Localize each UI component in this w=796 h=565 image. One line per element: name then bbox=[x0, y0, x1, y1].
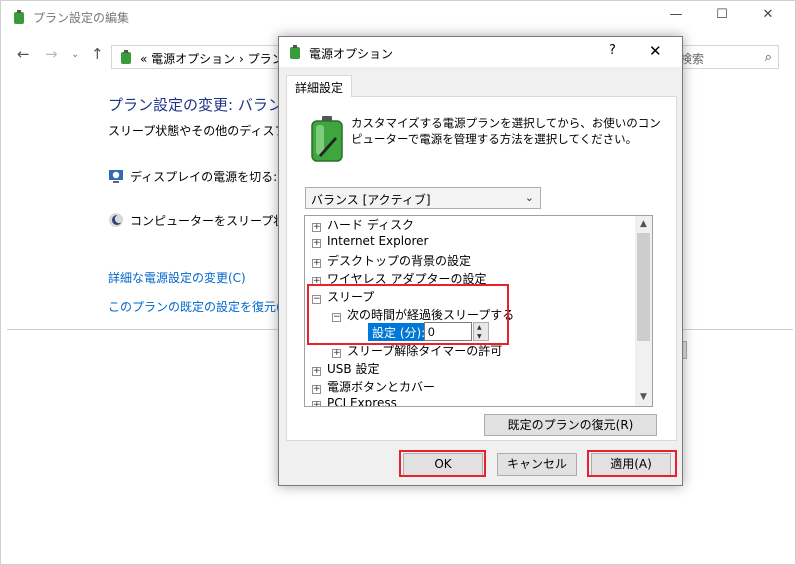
scroll-thumb[interactable] bbox=[637, 233, 650, 341]
expand-icon[interactable]: + bbox=[312, 401, 321, 406]
collapse-icon[interactable]: − bbox=[312, 295, 321, 304]
tree-item-pci-express[interactable]: + PCI Express bbox=[312, 396, 397, 407]
expand-icon[interactable]: + bbox=[312, 239, 321, 248]
background-button-edge bbox=[683, 341, 687, 359]
minutes-stepper[interactable]: ▲ ▼ bbox=[473, 322, 489, 341]
close-icon[interactable]: ✕ bbox=[753, 7, 783, 27]
divider bbox=[683, 329, 793, 330]
plan-select[interactable]: バランス [アクティブ] ⌄ bbox=[305, 187, 541, 209]
expand-icon[interactable]: + bbox=[312, 367, 321, 376]
search-placeholder: 検索 bbox=[680, 52, 705, 66]
battery-power-icon bbox=[311, 116, 343, 162]
moon-sleep-icon bbox=[109, 213, 124, 227]
apply-button[interactable]: 適用(A) bbox=[591, 453, 671, 476]
power-options-icon bbox=[14, 10, 24, 24]
display-off-label: ディスプレイの電源を切る: bbox=[130, 170, 278, 184]
display-clock-icon bbox=[109, 170, 123, 183]
ok-button[interactable]: OK bbox=[403, 453, 483, 476]
tree-scrollbar[interactable]: ▲ ▼ bbox=[635, 216, 652, 406]
dialog-titlebar: 電源オプション ? ✕ bbox=[279, 37, 682, 67]
display-off-row: ディスプレイの電源を切る: bbox=[108, 168, 277, 185]
search-icon[interactable]: ⌕ bbox=[765, 50, 772, 65]
tree-item-label: Internet Explorer bbox=[327, 234, 429, 248]
tree-item-label: ワイヤレス アダプターの設定 bbox=[327, 272, 487, 286]
address-bar[interactable]: « 電源オプション › プラン設 bbox=[111, 45, 296, 69]
tree-item-label: ハード ディスク bbox=[327, 218, 414, 232]
power-options-dialog: 電源オプション ? ✕ 詳細設定 カスタマイズする電源プランを選択してから、お使… bbox=[278, 36, 683, 486]
breadcrumb: « 電源オプション › プラン設 bbox=[140, 52, 296, 66]
tree-item-usb-settings[interactable]: + USB 設定 bbox=[312, 360, 379, 378]
tree-item-label: USB 設定 bbox=[327, 362, 380, 376]
advanced-settings-panel: カスタマイズする電源プランを選択してから、お使いのコンピューターで電源を管理する… bbox=[286, 96, 677, 441]
expand-icon[interactable]: + bbox=[312, 385, 321, 394]
setting-minutes-label: 設定 (分): bbox=[368, 323, 430, 341]
back-arrow-icon[interactable]: ← bbox=[17, 45, 30, 63]
tab-advanced-settings[interactable]: 詳細設定 bbox=[286, 75, 353, 97]
dialog-title: 電源オプション bbox=[309, 47, 394, 61]
chevron-down-icon[interactable]: ⌄ bbox=[71, 49, 79, 60]
stepper-down-icon[interactable]: ▼ bbox=[477, 333, 482, 340]
expand-icon[interactable]: + bbox=[312, 277, 321, 286]
chevron-down-icon: ⌄ bbox=[524, 191, 534, 204]
tree-item-internet-explorer[interactable]: + Internet Explorer bbox=[312, 234, 428, 252]
tree-item-wireless-adapter[interactable]: + ワイヤレス アダプターの設定 bbox=[312, 270, 486, 288]
collapse-icon[interactable]: − bbox=[332, 313, 341, 322]
tree-item-label: 次の時間が経過後スリープする bbox=[347, 308, 515, 322]
expand-icon[interactable]: + bbox=[332, 349, 341, 358]
tree-item-label: デスクトップの背景の設定 bbox=[327, 254, 472, 268]
control-panel-icon bbox=[121, 50, 131, 64]
restore-plan-defaults-button[interactable]: 既定のプランの復元(R) bbox=[484, 414, 657, 436]
page-title: プラン設定の変更: バランス bbox=[108, 96, 298, 114]
power-options-icon bbox=[290, 45, 300, 59]
minimize-icon[interactable]: — bbox=[661, 7, 691, 27]
divider bbox=[7, 329, 279, 330]
search-input[interactable]: 検索 ⌕ bbox=[673, 45, 779, 69]
tree-item-hard-disk[interactable]: + ハード ディスク bbox=[312, 216, 414, 234]
intro-text: カスタマイズする電源プランを選択してから、お使いのコンピューターで電源を管理する… bbox=[351, 116, 661, 146]
restore-plan-defaults-link[interactable]: このプランの既定の設定を復元(R) bbox=[108, 298, 294, 315]
tree-item-desktop-background[interactable]: + デスクトップの背景の設定 bbox=[312, 252, 471, 270]
tree-item-label: PCI Express bbox=[327, 396, 397, 407]
tree-item-label: スリープ bbox=[327, 290, 375, 304]
tree-item-label: スリープ解除タイマーの許可 bbox=[347, 344, 503, 358]
expand-icon[interactable]: + bbox=[312, 259, 321, 268]
tree-item-sleep[interactable]: − スリープ bbox=[312, 288, 374, 306]
sleep-minutes-input[interactable] bbox=[424, 322, 472, 341]
scroll-up-icon[interactable]: ▲ bbox=[635, 216, 652, 233]
cancel-button[interactable]: キャンセル bbox=[497, 453, 577, 476]
help-icon[interactable]: ? bbox=[609, 43, 616, 58]
close-icon[interactable]: ✕ bbox=[649, 42, 662, 60]
maximize-icon[interactable]: ☐ bbox=[707, 7, 737, 27]
window-titlebar: プラン設定の編集 — ☐ ✕ bbox=[1, 1, 795, 31]
up-arrow-icon[interactable]: ↑ bbox=[91, 45, 104, 63]
forward-arrow-icon[interactable]: → bbox=[45, 45, 58, 63]
tree-item-power-buttons[interactable]: + 電源ボタンとカバー bbox=[312, 378, 435, 396]
expand-icon[interactable]: + bbox=[312, 223, 321, 232]
settings-tree[interactable]: + ハード ディスク + Internet Explorer + デスクトップの背景の… bbox=[304, 215, 653, 407]
advanced-power-settings-link[interactable]: 詳細な電源設定の変更(C) bbox=[108, 269, 246, 286]
window-title: プラン設定の編集 bbox=[33, 11, 130, 25]
stepper-up-icon[interactable]: ▲ bbox=[477, 324, 482, 331]
tree-item-label: 電源ボタンとカバー bbox=[327, 380, 436, 394]
scroll-down-icon[interactable]: ▼ bbox=[635, 389, 652, 406]
plan-select-value: バランス [アクティブ] bbox=[311, 193, 431, 207]
tree-item-wake-timers[interactable]: + スリープ解除タイマーの許可 bbox=[332, 342, 502, 360]
